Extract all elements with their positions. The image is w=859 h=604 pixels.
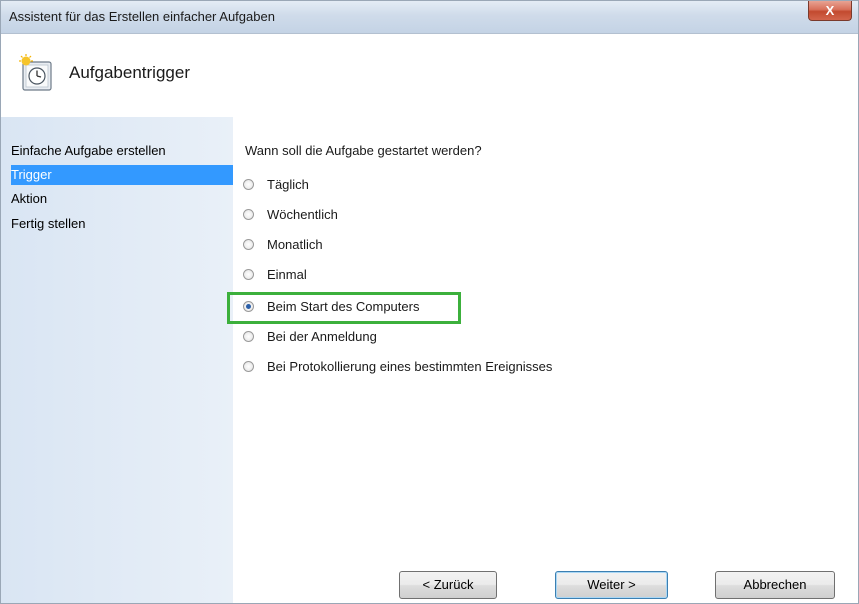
radio-button[interactable]: [243, 361, 254, 372]
sidebar-item-label: Einfache Aufgabe erstellen: [11, 143, 166, 158]
sidebar-item-finish[interactable]: Fertig stellen: [11, 214, 233, 234]
close-icon: X: [825, 3, 835, 18]
radio-button-selected[interactable]: [243, 301, 254, 312]
radio-button[interactable]: [243, 239, 254, 250]
radio-label: Einmal: [267, 267, 307, 282]
cancel-button[interactable]: Abbrechen: [715, 571, 835, 599]
trigger-question: Wann soll die Aufgabe gestartet werden?: [245, 143, 482, 158]
radio-button[interactable]: [243, 209, 254, 220]
sidebar-item-label: Trigger: [11, 167, 52, 182]
radio-label: Bei der Anmeldung: [267, 329, 377, 344]
page-heading: Aufgabentrigger: [69, 63, 190, 82]
radio-label: Täglich: [267, 177, 309, 192]
window-title: Assistent für das Erstellen einfacher Au…: [9, 9, 275, 24]
main-content: Wann soll die Aufgabe gestartet werden? …: [227, 117, 858, 603]
sidebar-item-label: Aktion: [11, 191, 48, 206]
sidebar-item-create-task[interactable]: Einfache Aufgabe erstellen: [11, 141, 233, 161]
radio-button[interactable]: [243, 269, 254, 280]
radio-button[interactable]: [243, 179, 254, 190]
wizard-steps-sidebar: Einfache Aufgabe erstellen Trigger Aktio…: [1, 117, 233, 603]
back-button[interactable]: < Zurück: [399, 571, 497, 599]
radio-label: Monatlich: [267, 237, 323, 252]
radio-label: Bei Protokollierung eines bestimmten Ere…: [267, 359, 553, 374]
header-panel: Aufgabentrigger: [1, 34, 858, 116]
sidebar-item-label: Fertig stellen: [11, 216, 86, 231]
radio-label: Wöchentlich: [267, 207, 338, 222]
next-button[interactable]: Weiter >: [555, 571, 668, 599]
task-clock-icon: [19, 54, 52, 91]
title-bar[interactable]: Assistent für das Erstellen einfacher Au…: [1, 1, 858, 34]
sidebar-item-action[interactable]: Aktion: [11, 189, 233, 209]
radio-button[interactable]: [243, 331, 254, 342]
close-button[interactable]: X: [808, 1, 852, 21]
wizard-window: Assistent für das Erstellen einfacher Au…: [0, 0, 859, 604]
sidebar-item-trigger[interactable]: Trigger: [11, 165, 233, 185]
radio-label: Beim Start des Computers: [267, 299, 420, 314]
